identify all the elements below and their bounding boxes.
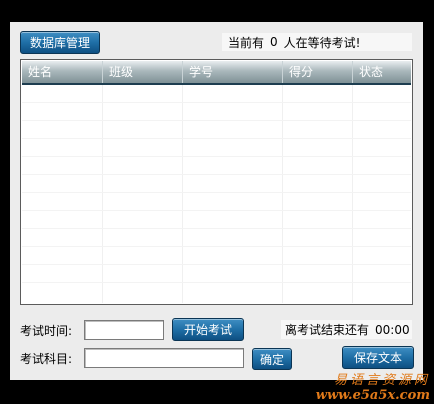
start-exam-button[interactable]: 开始考试: [172, 318, 244, 341]
waiting-count: 0: [270, 35, 278, 49]
waiting-status: 当前有 0 人在等待考试!: [222, 33, 412, 51]
watermark-url: www.e5a5x.com: [315, 387, 430, 403]
remaining-time-value: 00:00: [375, 322, 410, 337]
exam-time-label: 考试时间:: [20, 324, 73, 338]
watermark-chinese: 易语言资源网: [333, 373, 430, 389]
exam-time-input[interactable]: [84, 320, 164, 340]
waiting-prefix: 当前有: [228, 35, 265, 50]
exam-subject-label: 考试科目:: [20, 352, 73, 366]
confirm-button[interactable]: 确定: [252, 348, 292, 370]
student-table[interactable]: 姓名 班级 学号 得分 状态: [20, 59, 413, 305]
column-header-student-id[interactable]: 学号: [182, 61, 282, 83]
exam-subject-input[interactable]: [84, 348, 244, 368]
remaining-label: 离考试结束还有: [285, 323, 370, 337]
column-header-status[interactable]: 状态: [352, 61, 413, 83]
table-header: 姓名 班级 学号 得分 状态: [22, 61, 411, 85]
remaining-time-status: 离考试结束还有 00:00: [281, 320, 412, 339]
column-header-name[interactable]: 姓名: [22, 61, 102, 83]
waiting-suffix: 人在等待考试!: [283, 35, 361, 50]
column-header-class[interactable]: 班级: [102, 61, 182, 83]
save-text-button[interactable]: 保存文本: [342, 346, 414, 369]
site-watermark: 易语言资源网 www.e5a5x.com: [316, 374, 430, 403]
column-header-score[interactable]: 得分: [282, 61, 352, 83]
database-manage-button[interactable]: 数据库管理: [20, 31, 100, 54]
table-body: [22, 85, 411, 303]
